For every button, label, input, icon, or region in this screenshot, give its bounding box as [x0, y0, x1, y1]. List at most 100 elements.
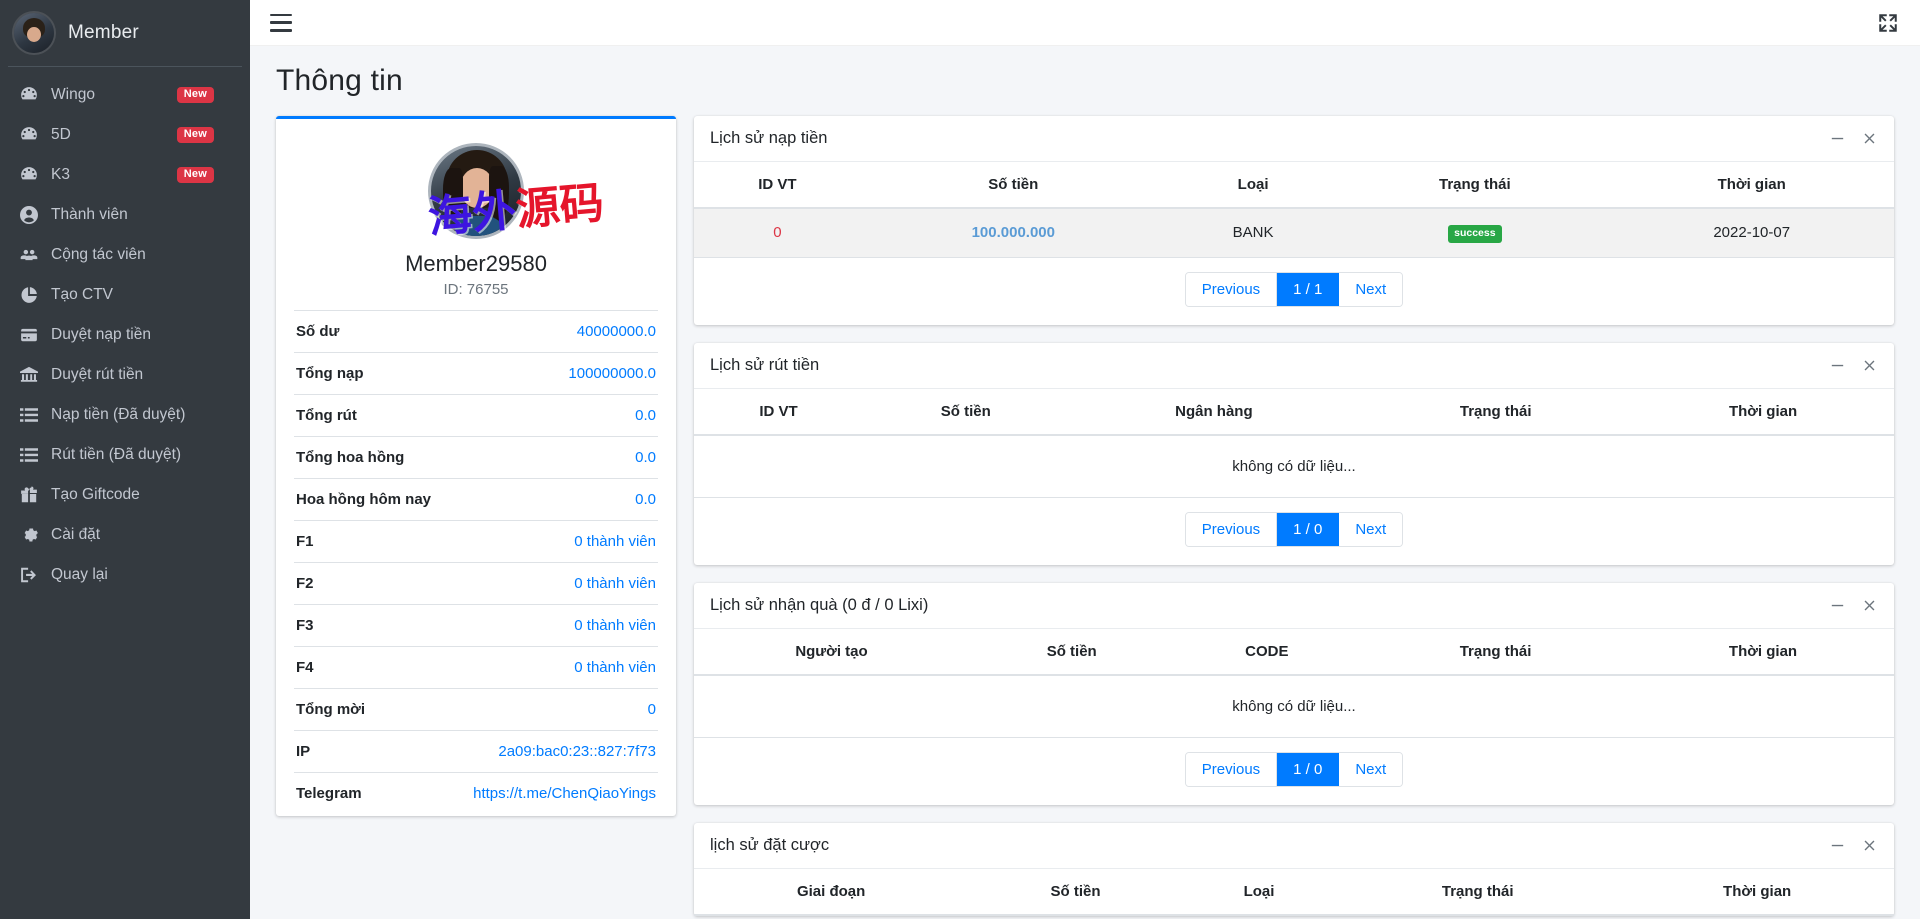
sidebar-brand[interactable]: Member — [0, 0, 250, 66]
minus-icon[interactable] — [1828, 836, 1846, 854]
column-header: Người tạo — [694, 628, 969, 676]
sidebar-item-9[interactable]: Nạp tiền (Đã duyệt) — [8, 395, 242, 434]
next-page-button[interactable]: Next — [1339, 752, 1403, 786]
column-header: Loại — [1165, 162, 1341, 209]
close-icon[interactable] — [1860, 130, 1878, 148]
sidebar-item-11[interactable]: Tạo Giftcode — [8, 475, 242, 514]
profile-stat-value[interactable]: https://t.me/ChenQiaoYings — [473, 785, 656, 802]
column-header: Ngân hàng — [1068, 388, 1360, 436]
column-header: Số tiền — [968, 628, 1175, 676]
tables-column: Lịch sử nạp tiền ID VT Số tiền Loại Trạng th… — [694, 116, 1894, 916]
card-tools — [1828, 836, 1878, 854]
sidebar-item-1[interactable]: Wingo New — [8, 75, 242, 114]
profile-stat-row: Telegram https://t.me/ChenQiaoYings — [294, 773, 658, 814]
sidebar-item-label: K3 — [51, 165, 70, 183]
speedometer-icon — [18, 84, 39, 105]
card-withdraw-history: Lịch sử rút tiền ID VT Số tiền Ngân hàng Trạ… — [694, 342, 1894, 565]
hamburger-icon[interactable] — [270, 13, 292, 32]
sidebar: Member Wingo New 5D New K3 New Thành viên Cộng … — [0, 0, 250, 919]
profile-stat-value: 2a09:bac0:23::827:7f73 — [498, 743, 656, 760]
pagination: Previous 1 / 1 Next — [694, 258, 1894, 325]
sidebar-item-7[interactable]: Duyệt nạp tiền — [8, 315, 242, 354]
current-page-indicator[interactable]: 1 / 0 — [1277, 512, 1340, 546]
profile-stat-row: F1 0 thành viên — [294, 521, 658, 563]
sidebar-item-label: Thành viên — [51, 205, 128, 223]
content-scroll[interactable]: 海外源码 Member29580 ID: 76755 Số dư 40000000… — [250, 108, 1920, 919]
column-header: CODE — [1174, 628, 1360, 676]
close-icon[interactable] — [1860, 596, 1878, 614]
pie-chart-icon — [18, 284, 39, 305]
profile-stat-value: 0.0 — [635, 491, 656, 508]
profile-stat-value: 100000000.0 — [568, 365, 656, 382]
column-header: Trạng thái — [1340, 162, 1610, 209]
profile-stat-key: F2 — [296, 575, 314, 592]
page-title: Thông tin — [276, 64, 403, 97]
minus-icon[interactable] — [1828, 356, 1846, 374]
next-page-button[interactable]: Next — [1339, 272, 1403, 306]
column-header: Loại — [1182, 868, 1336, 916]
card-header: lịch sử đặt cược — [694, 823, 1894, 869]
table-header-row: ID VT Số tiền Ngân hàng Trạng thái Thời gian — [694, 388, 1894, 436]
table-withdraw-history: ID VT Số tiền Ngân hàng Trạng thái Thời gian… — [694, 388, 1894, 498]
profile-stat-value: 0 — [647, 701, 656, 718]
logout-icon — [18, 564, 39, 585]
sidebar-item-12[interactable]: Cài đặt — [8, 515, 242, 554]
close-icon[interactable] — [1860, 836, 1878, 854]
column-header: Thời gian — [1632, 628, 1894, 676]
expand-arrows-icon[interactable] — [1878, 13, 1898, 33]
column-header: Thời gian — [1609, 162, 1894, 209]
page-header: Thông tin — [250, 46, 1920, 108]
cell-time: 2022-10-07 — [1609, 208, 1894, 258]
list-icon — [18, 404, 39, 425]
profile-stat-list: Số dư 40000000.0 Tổng nạp 100000000.0 Tổng r… — [294, 310, 658, 814]
profile-column: 海外源码 Member29580 ID: 76755 Số dư 40000000… — [276, 116, 676, 816]
card-tools — [1828, 356, 1878, 374]
previous-page-button[interactable]: Previous — [1185, 512, 1278, 546]
sidebar-item-5[interactable]: Cộng tác viên — [8, 235, 242, 274]
close-icon[interactable] — [1860, 356, 1878, 374]
profile-stat-key: Tổng nạp — [296, 365, 364, 382]
sidebar-item-badge: New — [176, 166, 214, 183]
profile-stat-value: 0 thành viên — [574, 533, 656, 550]
pager-group: Previous 1 / 0 Next — [1184, 511, 1404, 547]
table-header-row: Giai đoạn Số tiền Loại Trạng thái Thời gian — [694, 868, 1894, 916]
sidebar-item-13[interactable]: Quay lại — [8, 555, 242, 594]
current-page-indicator[interactable]: 1 / 1 — [1277, 272, 1340, 306]
minus-icon[interactable] — [1828, 596, 1846, 614]
table-deposit-history: ID VT Số tiền Loại Trạng thái Thời gian 0 100.… — [694, 162, 1894, 258]
minus-icon[interactable] — [1828, 130, 1846, 148]
column-header: Giai đoạn — [694, 868, 969, 916]
sidebar-item-4[interactable]: Thành viên — [8, 195, 242, 234]
profile-stat-key: Hoa hồng hôm nay — [296, 491, 431, 508]
sidebar-item-3[interactable]: K3 New — [8, 155, 242, 194]
cell-amount: 100.000.000 — [860, 208, 1166, 258]
table-gift-history: Người tạo Số tiền CODE Trạng thái Thời gian k… — [694, 628, 1894, 738]
column-header: Số tiền — [860, 162, 1166, 209]
card-title: lịch sử đặt cược — [710, 835, 830, 854]
current-page-indicator[interactable]: 1 / 0 — [1277, 752, 1340, 786]
sidebar-item-10[interactable]: Rút tiền (Đã duyệt) — [8, 435, 242, 474]
sidebar-item-8[interactable]: Duyệt rút tiền — [8, 355, 242, 394]
profile-stat-value: 40000000.0 — [576, 323, 656, 340]
previous-page-button[interactable]: Previous — [1185, 272, 1278, 306]
profile-card: 海外源码 Member29580 ID: 76755 Số dư 40000000… — [276, 116, 676, 816]
sidebar-item-2[interactable]: 5D New — [8, 115, 242, 154]
card-bet-history: lịch sử đặt cược Giai đoạn Số tiền Loại Trạn… — [694, 822, 1894, 916]
sidebar-item-6[interactable]: Tạo CTV — [8, 275, 242, 314]
speedometer-icon — [18, 164, 39, 185]
column-header: Trạng thái — [1359, 628, 1633, 676]
profile-stat-key: F1 — [296, 533, 314, 550]
pagination: Previous 1 / 0 Next — [694, 738, 1894, 805]
profile-stat-row: F2 0 thành viên — [294, 563, 658, 605]
column-header: ID VT — [694, 388, 864, 436]
user-circle-icon — [18, 204, 39, 225]
profile-name: Member29580 — [405, 251, 547, 276]
next-page-button[interactable]: Next — [1339, 512, 1403, 546]
table-header-row: ID VT Số tiền Loại Trạng thái Thời gian — [694, 162, 1894, 209]
column-header: Thời gian — [1632, 388, 1894, 436]
credit-card-icon — [18, 324, 39, 345]
profile-stat-row: F3 0 thành viên — [294, 605, 658, 647]
profile-stat-key: F3 — [296, 617, 314, 634]
previous-page-button[interactable]: Previous — [1185, 752, 1278, 786]
profile-stat-key: Tổng rút — [296, 407, 357, 424]
